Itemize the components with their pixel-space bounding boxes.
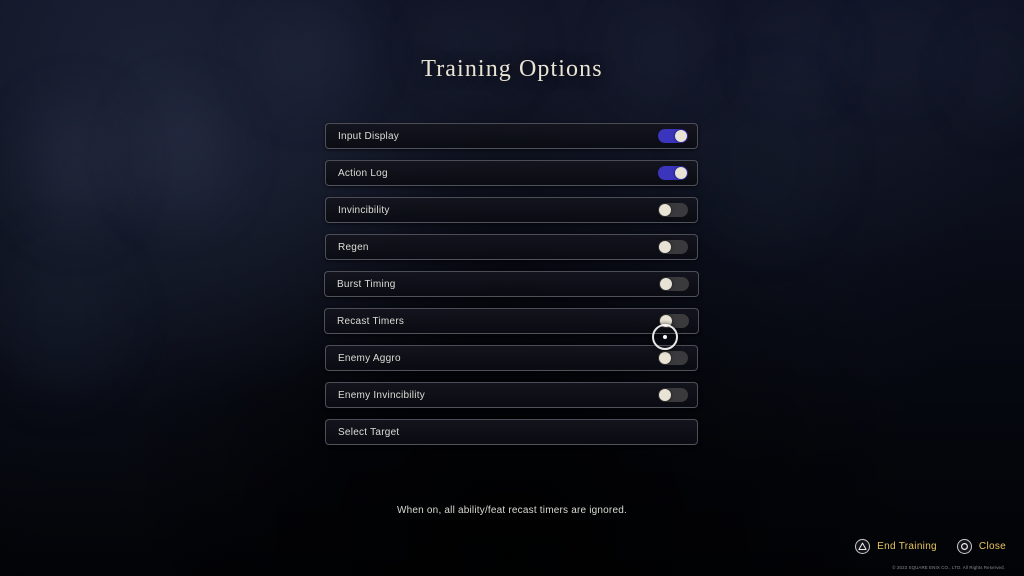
option-label: Regen <box>338 241 369 253</box>
option-toggle[interactable] <box>658 129 688 143</box>
playstation-circle-icon <box>956 539 972 554</box>
cursor-dot <box>663 335 667 339</box>
option-label: Enemy Aggro <box>338 352 401 364</box>
button-prompt[interactable]: End Training <box>855 539 937 554</box>
backdrop-blob <box>135 95 230 215</box>
backdrop-blob <box>0 245 120 395</box>
backdrop-blob <box>620 5 700 100</box>
option-toggle[interactable] <box>658 240 688 254</box>
backdrop-blob <box>255 0 365 105</box>
option-label: Input Display <box>338 130 400 142</box>
toggle-knob <box>659 389 671 401</box>
option-row-burst-timing[interactable]: Burst Timing <box>324 271 699 297</box>
toggle-knob <box>660 278 672 290</box>
toggle-knob <box>659 204 671 216</box>
option-toggle[interactable] <box>659 277 689 291</box>
option-row-regen[interactable]: Regen <box>325 234 698 260</box>
option-label: Invincibility <box>338 204 390 216</box>
backdrop-blob <box>700 80 830 240</box>
option-toggle[interactable] <box>658 203 688 217</box>
cursor-pointer <box>652 324 678 350</box>
copyright-notice: © 2023 SQUARE ENIX CO., LTD. All Rights … <box>892 565 1005 570</box>
option-row-enemy-invincibility[interactable]: Enemy Invincibility <box>325 382 698 408</box>
backdrop-blob <box>30 100 120 230</box>
toggle-knob <box>659 241 671 253</box>
button-prompt[interactable]: Close <box>956 539 1006 554</box>
option-row-select-target[interactable]: Select Target <box>325 419 698 445</box>
option-label: Enemy Invincibility <box>338 389 426 401</box>
option-row-recast-timers[interactable]: Recast Timers <box>324 308 699 334</box>
page-title: Training Options <box>421 56 603 82</box>
option-toggle[interactable] <box>658 166 688 180</box>
option-row-invincibility[interactable]: Invincibility <box>325 197 698 223</box>
option-toggle[interactable] <box>658 351 688 365</box>
option-label: Select Target <box>338 426 400 438</box>
option-row-enemy-aggro[interactable]: Enemy Aggro <box>325 345 698 371</box>
toggle-knob <box>659 352 671 364</box>
toggle-knob <box>675 167 687 179</box>
button-prompt-label: End Training <box>877 541 937 552</box>
option-row-input-display[interactable]: Input Display <box>325 123 698 149</box>
button-prompt-bar: End Training Close <box>855 539 1006 554</box>
toggle-knob <box>675 130 687 142</box>
options-list: Input Display Action Log Invincibility Rege… <box>324 123 699 445</box>
option-label: Burst Timing <box>337 278 396 290</box>
option-toggle[interactable] <box>658 388 688 402</box>
button-prompt-label: Close <box>978 541 1006 552</box>
backdrop-blob <box>860 15 935 95</box>
training-options-screen: Training Options Input Display Action Log… <box>0 0 1024 576</box>
option-label: Action Log <box>338 167 388 179</box>
option-label: Recast Timers <box>337 315 405 327</box>
option-row-action-log[interactable]: Action Log <box>325 160 698 186</box>
option-description: When on, all ability/feat recast timers … <box>397 505 627 516</box>
playstation-triangle-icon <box>855 539 871 554</box>
